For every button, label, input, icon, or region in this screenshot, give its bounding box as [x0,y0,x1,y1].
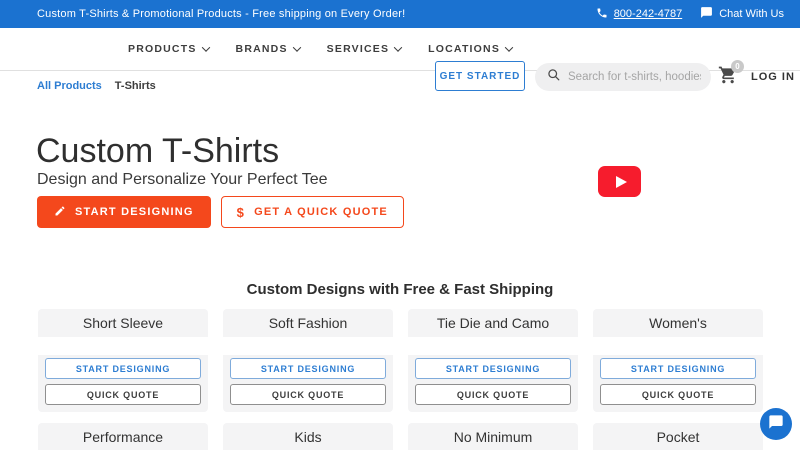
start-designing-label: START DESIGNING [75,206,194,218]
quick-quote-label: GET A QUICK QUOTE [254,206,388,218]
category-card-short-sleeve: Short Sleeve START DESIGNING QUICK QUOTE [38,309,208,412]
card-start-designing-button[interactable]: START DESIGNING [45,358,201,379]
card-title: No Minimum [453,429,533,445]
youtube-play-button[interactable] [598,166,641,197]
card-title: Kids [294,429,322,445]
chat-bubble-icon [768,414,784,435]
cart-icon [718,66,738,89]
chat-widget-button[interactable] [760,408,792,440]
card-buttons: START DESIGNING QUICK QUOTE [408,355,578,405]
card-start-designing-button[interactable]: START DESIGNING [230,358,386,379]
nav-item-label: LOCATIONS [428,43,501,55]
breadcrumb: All Products T-Shirts [37,80,156,92]
category-card-performance: Performance START DESIGNING QUICK QUOTE [38,423,208,450]
hero-cta-group: START DESIGNING $ GET A QUICK QUOTE [37,196,404,228]
cart-button[interactable]: 0 [718,60,744,91]
phone-number: 800-242-4787 [613,8,683,20]
phone-link[interactable]: 800-242-4787 [596,7,683,22]
card-image-placeholder [38,337,208,355]
card-title: Tie Die and Camo [436,315,550,331]
page: Custom T-Shirts & Promotional Products -… [0,0,800,450]
card-image-placeholder [223,337,393,355]
card-title: Women's [649,315,707,331]
nav-item-brands[interactable]: BRANDS [235,43,301,55]
card-start-designing-button[interactable]: START DESIGNING [600,358,756,379]
card-image-placeholder [593,337,763,355]
chat-label: Chat With Us [719,8,784,20]
search-input[interactable] [568,71,701,83]
nav-item-label: SERVICES [326,43,390,55]
category-card-womens: Women's START DESIGNING QUICK QUOTE [593,309,763,412]
nav-item-services[interactable]: SERVICES [326,43,403,55]
card-quick-quote-button[interactable]: QUICK QUOTE [415,384,571,405]
chat-icon [700,6,713,22]
hero-subtitle: Design and Personalize Your Perfect Tee [37,171,328,188]
login-link[interactable]: LOG IN [751,71,795,83]
dollar-icon: $ [236,204,246,220]
chat-with-us-link[interactable]: Chat With Us [700,6,784,22]
card-quick-quote-button[interactable]: QUICK QUOTE [230,384,386,405]
nav-item-products[interactable]: PRODUCTS [128,43,210,55]
section-title: Custom Designs with Free & Fast Shipping [246,281,554,298]
category-card-soft-fashion: Soft Fashion START DESIGNING QUICK QUOTE [223,309,393,412]
chevron-down-icon [504,43,514,52]
main-navbar: PRODUCTS BRANDS SERVICES LOCATIONS GET S… [0,28,800,91]
card-start-designing-button[interactable]: START DESIGNING [415,358,571,379]
nav-item-locations[interactable]: LOCATIONS [428,43,514,55]
search-icon [547,68,561,87]
card-buttons: START DESIGNING QUICK QUOTE [593,355,763,405]
card-title: Pocket [656,429,700,445]
card-quick-quote-button[interactable]: QUICK QUOTE [600,384,756,405]
breadcrumb-all-products[interactable]: All Products [37,80,102,92]
phone-icon [596,7,608,22]
start-designing-button[interactable]: START DESIGNING [37,196,211,228]
card-title: Performance [82,429,164,445]
nav-item-label: BRANDS [235,43,288,55]
card-quick-quote-button[interactable]: QUICK QUOTE [45,384,201,405]
chevron-down-icon [292,43,301,52]
card-title: Soft Fashion [268,315,348,331]
category-card-no-minimum: No Minimum START DESIGNING QUICK QUOTE [408,423,578,450]
nav-item-label: PRODUCTS [128,43,197,55]
quick-quote-button[interactable]: $ GET A QUICK QUOTE [220,196,404,228]
promo-text: Custom T-Shirts & Promotional Products -… [37,8,406,20]
category-cards-grid: Short Sleeve START DESIGNING QUICK QUOTE… [38,309,763,450]
card-buttons: START DESIGNING QUICK QUOTE [223,355,393,405]
play-icon [615,175,627,188]
chevron-down-icon [201,43,210,52]
search-bar[interactable] [535,63,711,91]
top-promo-bar: Custom T-Shirts & Promotional Products -… [0,0,800,28]
category-card-tie-die-camo: Tie Die and Camo START DESIGNING QUICK Q… [408,309,578,412]
topbar-right: 800-242-4787 Chat With Us [596,6,784,22]
category-card-kids: Kids START DESIGNING QUICK QUOTE [223,423,393,450]
category-card-pocket: Pocket START DESIGNING QUICK QUOTE [593,423,763,450]
card-buttons: START DESIGNING QUICK QUOTE [38,355,208,405]
chevron-down-icon [393,43,403,52]
get-started-button[interactable]: GET STARTED [435,61,525,91]
card-image-placeholder [408,337,578,355]
page-title: Custom T-Shirts [36,132,280,170]
brush-icon [54,205,66,220]
card-title: Short Sleeve [82,315,164,331]
breadcrumb-current: T-Shirts [114,80,156,92]
cart-count-badge: 0 [731,60,744,73]
